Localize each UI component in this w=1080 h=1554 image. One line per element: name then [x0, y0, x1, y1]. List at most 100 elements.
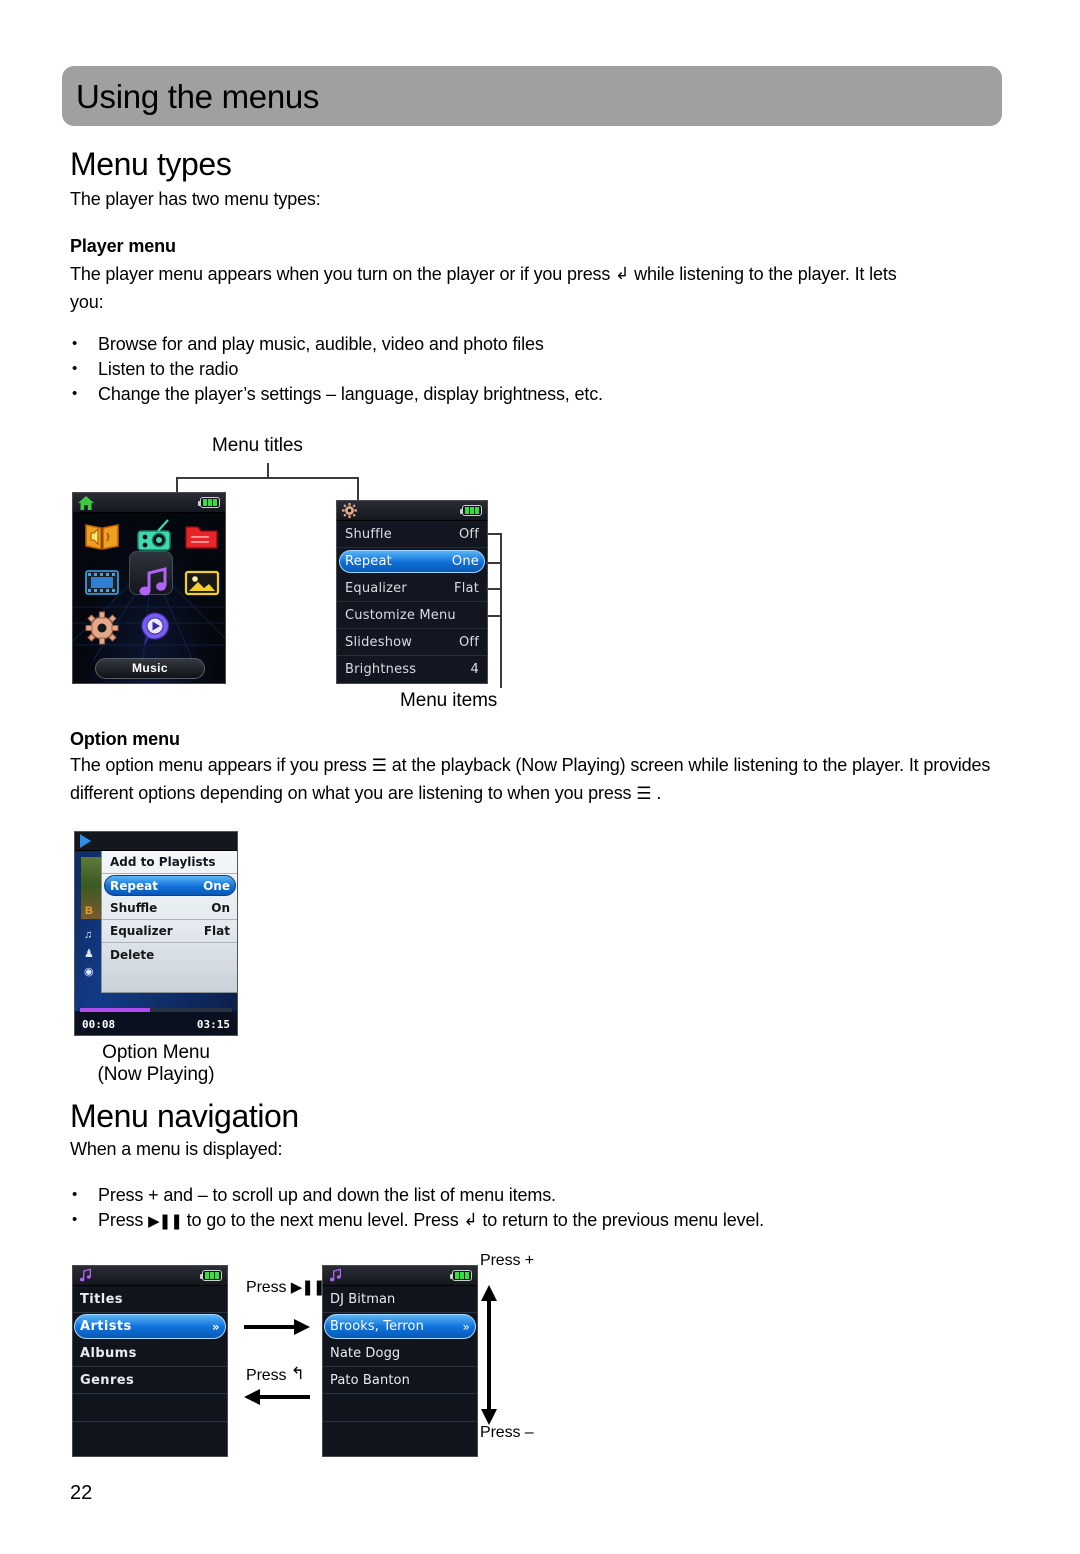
settings-row-brightness[interactable]: Brightness 4: [337, 656, 487, 683]
list-item: Press + and – to scroll up and down the …: [70, 1182, 764, 1208]
option-item-delete[interactable]: Delete: [102, 943, 237, 966]
album-icon: ◉: [84, 966, 94, 978]
folder-icon: [185, 526, 218, 549]
tile-video[interactable]: [83, 565, 121, 599]
browse-row-albums[interactable]: Albums: [73, 1340, 227, 1367]
option-item-add-to-playlists[interactable]: Add to Playlists: [102, 851, 237, 874]
option-menu-text-d: .: [656, 783, 662, 803]
list-item: Browse for and play music, audible, vide…: [70, 331, 603, 357]
browse-row-artists[interactable]: Artists »: [73, 1313, 227, 1340]
battery-full-icon: [200, 1270, 222, 1281]
press-plus-label: Press +: [480, 1252, 534, 1269]
browse-row-label: Artists: [80, 1319, 132, 1334]
menu-items-tick-2: [486, 562, 502, 564]
battery-full-icon: [460, 505, 482, 516]
music-note-icon: [139, 567, 167, 596]
arrow-left: [244, 1389, 310, 1405]
device-screen-now-playing: B ♫ ♟ ◉ Add to Playlists Repeat One Shuf…: [74, 831, 238, 1036]
settings-row-label: Shuffle: [345, 526, 392, 542]
browse-row-label: Genres: [80, 1372, 135, 1388]
back-icon: ↲: [615, 264, 630, 284]
browse-row-pato-banton[interactable]: Pato Banton: [323, 1367, 477, 1394]
option-item-value: On: [211, 901, 230, 915]
option-item-shuffle[interactable]: Shuffle On: [102, 897, 237, 920]
tile-photo[interactable]: [183, 565, 221, 599]
settings-row-label: Brightness: [345, 662, 417, 677]
browse-row-nate-dogg[interactable]: Nate Dogg: [323, 1340, 477, 1367]
menu-items-tick-1: [486, 533, 502, 535]
option-item-value: Flat: [203, 924, 230, 938]
press-back-label: Press ↰: [246, 1364, 305, 1385]
tile-settings[interactable]: [83, 611, 121, 645]
menu-navigation-bullet-list: Press + and – to scroll up and down the …: [70, 1182, 765, 1234]
callout-right-tick: [357, 477, 359, 501]
list-item-label-c: to return to the previous menu level.: [482, 1210, 765, 1230]
tile-folder[interactable]: [183, 519, 221, 553]
option-item-value: One: [203, 878, 230, 893]
list-item: Change the player’s settings – language,…: [70, 381, 603, 407]
play-pause-icon: ▶❚❚: [148, 1212, 183, 1230]
tile-music[interactable]: [135, 565, 173, 599]
status-bar: [73, 493, 225, 513]
music-note-icon: [329, 1268, 342, 1282]
home-icon: [78, 496, 94, 510]
settings-row-repeat[interactable]: Repeat One: [337, 548, 487, 575]
option-item-label: Repeat: [110, 878, 158, 893]
list-item-label: Press + and – to scroll up and down the …: [98, 1185, 556, 1205]
browse-row-empty: [73, 1394, 227, 1422]
music-note-icon: ♫: [84, 929, 93, 941]
list-item-label-b: to go to the next menu level. Press: [186, 1210, 459, 1230]
player-menu-bullet-list: Browse for and play music, audible, vide…: [70, 331, 603, 407]
browse-row-empty: [73, 1422, 227, 1449]
play-pause-icon: ▶❚❚: [290, 1278, 326, 1296]
browse-row-label: Pato Banton: [330, 1372, 410, 1388]
option-item-label: Add to Playlists: [110, 855, 216, 869]
play-icon: [80, 834, 91, 848]
section-heading-menu-navigation: Menu navigation: [70, 1098, 299, 1134]
status-bar: [337, 501, 487, 521]
audible-book-icon: [85, 524, 119, 550]
menu-items-bracket-spine: [500, 533, 502, 688]
browse-row-genres[interactable]: Genres: [73, 1367, 227, 1394]
player-menu-paragraph-part1: The player menu appears when you turn on…: [70, 264, 611, 284]
settings-row-label: Equalizer: [345, 580, 407, 596]
callout-left-tick: [176, 477, 178, 493]
settings-row-equalizer[interactable]: Equalizer Flat: [337, 575, 487, 602]
settings-row-shuffle[interactable]: Shuffle Off: [337, 521, 487, 548]
list-item: Press ▶❚❚ to go to the next menu level. …: [70, 1207, 765, 1234]
album-art-text: B: [85, 905, 93, 917]
option-item-label: Delete: [110, 947, 155, 962]
option-item-label: Shuffle: [110, 901, 158, 915]
browse-row-titles[interactable]: Titles: [73, 1286, 227, 1313]
browse-row-label: Brooks, Terron: [330, 1319, 424, 1334]
browse-row-dj-bitman[interactable]: DJ Bitman: [323, 1286, 477, 1313]
settings-gear-icon: [342, 503, 357, 518]
page-number: 22: [70, 1482, 93, 1504]
callout-stem: [267, 463, 269, 478]
now-playing-body: B ♫ ♟ ◉ Add to Playlists Repeat One Shuf…: [75, 851, 237, 1011]
settings-row-slideshow[interactable]: Slideshow Off: [337, 629, 487, 656]
option-item-repeat[interactable]: Repeat One: [102, 874, 237, 897]
device-screen-settings: Shuffle Off Repeat One Equalizer Flat Cu…: [336, 500, 488, 684]
caption-option-menu: Option Menu (Now Playing): [56, 1042, 256, 1086]
tile-radio[interactable]: [135, 519, 173, 553]
press-play-label: Press ▶❚❚: [246, 1278, 326, 1297]
tile-audible-book[interactable]: [83, 519, 121, 553]
settings-row-customize-menu[interactable]: Customize Menu: [337, 602, 487, 629]
option-item-equalizer[interactable]: Equalizer Flat: [102, 920, 237, 943]
list-item-label: Listen to the radio: [98, 359, 239, 379]
video-icon: [85, 570, 119, 595]
settings-row-value: Off: [459, 526, 479, 542]
battery-full-icon: [450, 1270, 472, 1281]
browse-row-label: Titles: [80, 1291, 123, 1307]
time-row: 00:08 03:15: [75, 1015, 237, 1033]
arrow-right: [244, 1319, 310, 1335]
press-back-text: Press: [246, 1367, 287, 1384]
tile-now-playing[interactable]: [135, 611, 173, 645]
progress-bar[interactable]: [80, 1008, 232, 1012]
browse-row-brooks-terron[interactable]: Brooks, Terron »: [323, 1313, 477, 1340]
settings-row-value: Flat: [454, 580, 479, 596]
device-screen-home: Music: [72, 492, 226, 684]
option-menu-text-a: The option menu appears if you press: [70, 755, 367, 775]
back-icon: ↰: [290, 1364, 305, 1384]
